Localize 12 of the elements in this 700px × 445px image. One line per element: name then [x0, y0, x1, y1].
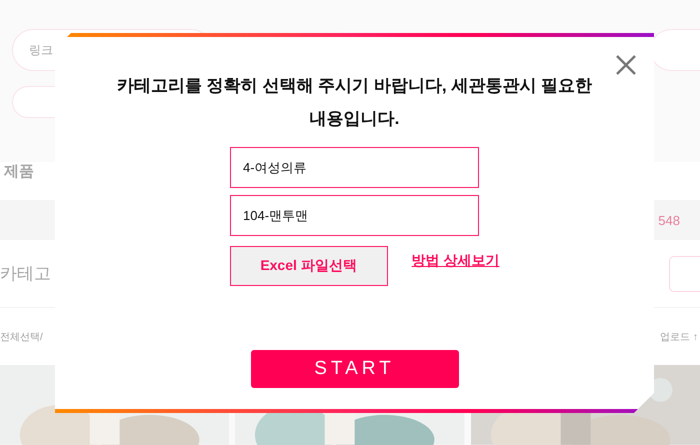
upload-link[interactable]: 업로드 ↑: [660, 330, 698, 344]
product-count: 548: [658, 212, 680, 228]
start-button[interactable]: START: [250, 350, 458, 388]
select-all-link[interactable]: 전체선택/: [0, 330, 43, 344]
help-link[interactable]: 방법 상세보기: [412, 252, 500, 270]
category-field[interactable]: 4-여성의류: [230, 147, 479, 188]
dialog-message: 카테고리를 정확히 선택해 주시기 바랍니다, 세관통관시 필요한 내용입니다.: [116, 75, 594, 130]
category-label: 카테고: [0, 263, 51, 286]
close-icon[interactable]: [616, 55, 636, 75]
section-title: 제품: [2, 162, 34, 182]
file-select-button[interactable]: Excel 파일선택: [230, 246, 388, 286]
subcategory-field[interactable]: 104-맨투맨: [230, 195, 479, 236]
